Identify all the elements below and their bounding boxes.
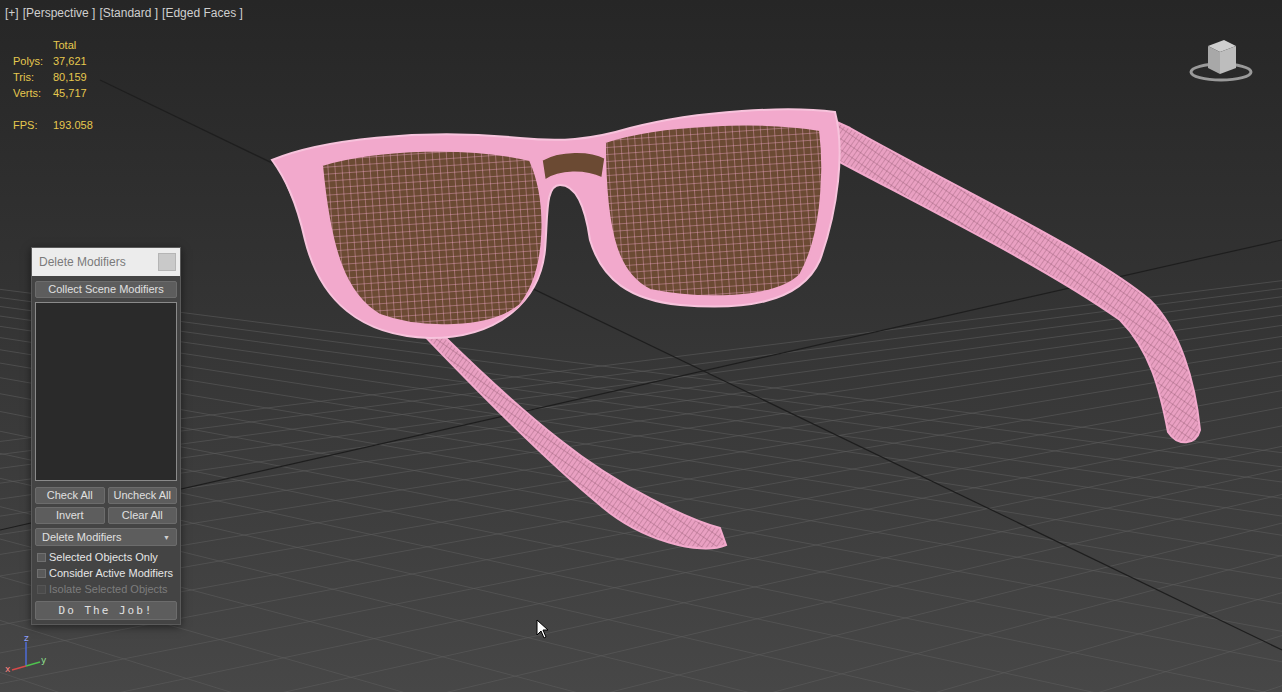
stat-value: 37,621 [53, 53, 93, 69]
scene-canvas[interactable] [0, 0, 1282, 692]
stat-label: Polys: [13, 53, 53, 69]
axis-gizmo-icon: z x y [4, 632, 52, 676]
checkbox-box[interactable] [37, 553, 46, 562]
option-checkbox[interactable]: Consider Active Modifiers [37, 566, 177, 580]
svg-text:y: y [41, 655, 47, 665]
option-label: Selected Objects Only [49, 550, 158, 564]
dropdown-arrow-icon: ▼ [163, 534, 170, 541]
mode-value: Delete Modifiers [42, 531, 121, 543]
svg-text:z: z [24, 633, 29, 643]
dialog-title: Delete Modifiers [39, 255, 126, 269]
option-label: Consider Active Modifiers [49, 566, 173, 580]
ground-grid [0, 40, 1282, 692]
svg-text:x: x [5, 664, 11, 674]
stat-label: Verts: [13, 85, 53, 101]
dialog-body: Collect Scene Modifiers Check AllUncheck … [32, 276, 180, 624]
option-label: Isolate Selected Objects [49, 582, 168, 596]
stat-value: 45,717 [53, 85, 93, 101]
viewport-label-item[interactable]: [Standard ] [99, 5, 158, 21]
list-button[interactable]: Uncheck All [108, 487, 178, 504]
viewport-label-item[interactable]: [Perspective ] [23, 5, 96, 21]
checkbox-box [37, 585, 46, 594]
list-button[interactable]: Clear All [108, 507, 178, 524]
close-button[interactable] [158, 253, 176, 271]
viewport-label[interactable]: [+] [Perspective ][Standard ][Edged Faces… [5, 5, 243, 21]
collect-button[interactable]: Collect Scene Modifiers [35, 281, 177, 298]
stat-value: 80,159 [53, 69, 93, 85]
viewcube-icon[interactable] [1188, 36, 1254, 88]
viewport-label-item[interactable]: [Edged Faces ] [162, 5, 243, 21]
fps-value: 193.058 [53, 117, 93, 133]
options-group: Selected Objects Only Consider Active Mod… [35, 550, 177, 596]
sunglasses-model[interactable] [272, 109, 1200, 548]
mode-dropdown[interactable]: Delete Modifiers ▼ [35, 528, 177, 546]
delete-modifiers-dialog[interactable]: Delete ModifiersCollect Scene ModifiersC… [31, 247, 181, 625]
option-checkbox: Isolate Selected Objects [37, 582, 177, 596]
statistics-overlay: TotalPolys:37,621Tris:80,159Verts:45,717… [13, 37, 93, 133]
viewport-label-item[interactable]: [+] [5, 5, 19, 21]
do-the-job-button[interactable]: Do The Job! [35, 601, 177, 620]
mouse-cursor-icon [536, 619, 550, 639]
list-button[interactable]: Invert [35, 507, 105, 524]
option-checkbox[interactable]: Selected Objects Only [37, 550, 177, 564]
fps-label: FPS: [13, 117, 53, 133]
modifier-list[interactable] [35, 302, 177, 481]
stats-header: Total [53, 37, 93, 53]
perspective-viewport[interactable]: [+] [Perspective ][Standard ][Edged Faces… [0, 0, 1282, 692]
list-button[interactable]: Check All [35, 487, 105, 504]
checkbox-box[interactable] [37, 569, 46, 578]
list-buttons: Check AllUncheck AllInvertClear All [35, 487, 177, 524]
stat-label: Tris: [13, 69, 53, 85]
dialog-title-bar[interactable]: Delete Modifiers [32, 248, 180, 276]
